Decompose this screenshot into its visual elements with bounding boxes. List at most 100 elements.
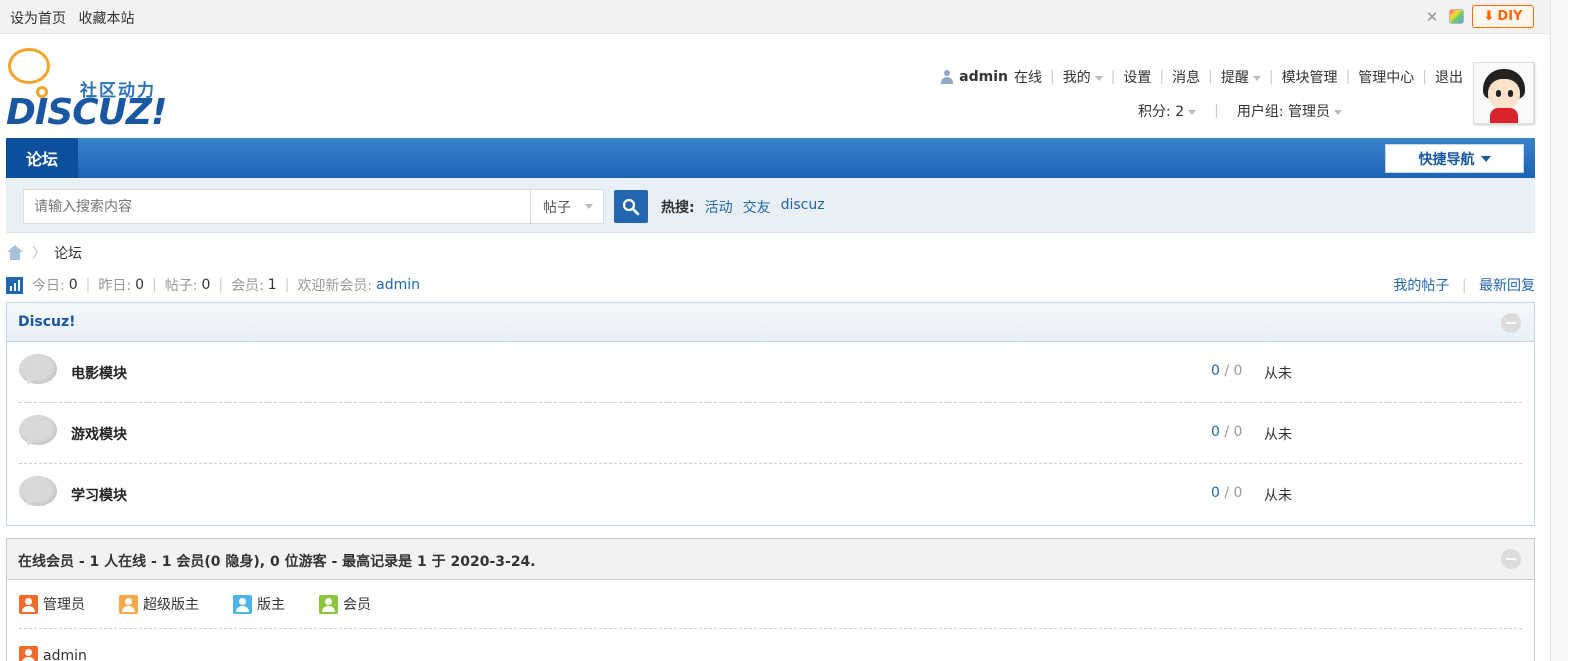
forum-row: 游戏模块 0 / 0 从未 bbox=[19, 403, 1522, 464]
category-header: Discuz! bbox=[7, 303, 1534, 342]
divider: | bbox=[1422, 69, 1427, 85]
notifications-menu[interactable]: 提醒 bbox=[1221, 67, 1261, 87]
quick-nav-label: 快捷导航 bbox=[1418, 151, 1475, 168]
user-icon bbox=[941, 70, 954, 84]
home-icon[interactable] bbox=[6, 245, 24, 261]
bookmark-site-link[interactable]: 收藏本站 bbox=[78, 11, 134, 27]
site-logo[interactable]: 社区动力 DISCUZ! bbox=[6, 48, 167, 133]
logo-bubble-icon bbox=[8, 48, 50, 84]
stats-links: 我的帖子 | 最新回复 bbox=[1393, 278, 1535, 294]
divider: | bbox=[1268, 69, 1274, 85]
forum-name[interactable]: 学习模块 bbox=[71, 485, 127, 505]
category-title[interactable]: Discuz! bbox=[18, 314, 76, 330]
collapse-icon[interactable] bbox=[1501, 549, 1521, 569]
stat-posts-value: 0 bbox=[201, 277, 211, 293]
download-arrow-icon: ⬇ bbox=[1483, 9, 1495, 24]
user-menu: admin 在线 | 我的 | 设置 | 消息 | 提醒 | 模块管理 | 管理… bbox=[941, 67, 1463, 87]
divider: | bbox=[1110, 69, 1116, 85]
switch-width-icon[interactable]: ✕ bbox=[1423, 8, 1441, 26]
online-member[interactable]: admin bbox=[19, 646, 87, 661]
settings-link[interactable]: 设置 bbox=[1123, 67, 1151, 87]
color-scheme-icon[interactable] bbox=[1449, 9, 1464, 24]
username-link[interactable]: admin bbox=[959, 69, 1008, 85]
divider bbox=[19, 628, 1522, 629]
stat-yesterday-value: 0 bbox=[135, 277, 144, 293]
forum-row: 电影模块 0 / 0 从未 bbox=[19, 342, 1522, 403]
moderator-user-icon bbox=[233, 594, 252, 614]
hot-search-label: 热搜: bbox=[661, 200, 695, 216]
diy-label: DIY bbox=[1497, 9, 1523, 24]
forum-bubble-icon bbox=[19, 476, 57, 506]
admin-user-icon bbox=[19, 594, 38, 614]
online-status: 在线 bbox=[1013, 70, 1042, 86]
divider: | bbox=[1345, 69, 1351, 85]
forum-category: Discuz! 电影模块 0 / 0 从未 游戏模块 0 / 0 从未 学习模块… bbox=[6, 302, 1535, 526]
hot-search-term[interactable]: discuz bbox=[781, 197, 825, 217]
forum-row: 学习模块 0 / 0 从未 bbox=[19, 464, 1522, 525]
forum-bubble-icon bbox=[19, 415, 57, 445]
forum-counts: 0 / 0 bbox=[1211, 424, 1243, 440]
caret-down-icon bbox=[585, 204, 593, 209]
quick-nav-button[interactable]: 快捷导航 bbox=[1385, 144, 1524, 173]
caret-down-icon bbox=[1480, 155, 1491, 162]
messages-link[interactable]: 消息 bbox=[1172, 67, 1200, 87]
usergroup-menu[interactable]: 用户组: 管理员 bbox=[1237, 101, 1342, 121]
legend-item: 会员 bbox=[319, 594, 371, 614]
collapse-icon[interactable] bbox=[1501, 313, 1521, 333]
stat-today-value: 0 bbox=[68, 277, 78, 293]
forum-stats: 今日: 0 | 昨日: 0 | 帖子: 0 | 会员: 1 | 欢迎新会员: admin bbox=[6, 275, 420, 295]
stat-members-label: 会员: bbox=[231, 278, 264, 294]
forum-counts: 0 / 0 bbox=[1211, 485, 1243, 501]
search-button[interactable] bbox=[614, 190, 648, 223]
nav-tab-forum[interactable]: 论坛 bbox=[6, 138, 78, 178]
admin-center-link[interactable]: 管理中心 bbox=[1358, 67, 1414, 87]
super-moderator-user-icon bbox=[119, 594, 138, 614]
user-group-legend: 管理员 超级版主 版主 会员 bbox=[19, 594, 405, 614]
forum-name[interactable]: 游戏模块 bbox=[71, 424, 127, 444]
caret-down-icon bbox=[1188, 109, 1197, 115]
main-nav: 论坛 快捷导航 bbox=[6, 138, 1535, 178]
my-posts-link[interactable]: 我的帖子 bbox=[1393, 278, 1449, 294]
logout-link[interactable]: 退出 bbox=[1435, 67, 1463, 87]
search-bar: 帖子 热搜: 活动 交友 discuz bbox=[6, 178, 1535, 233]
avatar[interactable] bbox=[1473, 62, 1534, 124]
member-user-icon bbox=[319, 594, 338, 614]
forum-last-post: 从未 bbox=[1264, 366, 1292, 382]
stat-yesterday-label: 昨日: bbox=[98, 278, 132, 294]
hot-search-term[interactable]: 活动 bbox=[705, 197, 733, 217]
search-icon bbox=[622, 198, 640, 215]
search-type-label: 帖子 bbox=[543, 199, 571, 216]
stat-today-label: 今日: bbox=[32, 278, 65, 294]
top-toolbar: 设为首页 收藏本站 ✕ ⬇ DIY bbox=[0, 0, 1568, 34]
set-homepage-link[interactable]: 设为首页 bbox=[10, 11, 66, 27]
admin-user-icon bbox=[19, 646, 38, 661]
my-menu[interactable]: 我的 bbox=[1063, 67, 1103, 87]
credits-menu[interactable]: 积分: 2 bbox=[1138, 101, 1197, 121]
chevron-right-icon: 〉 bbox=[32, 246, 46, 262]
stats-chart-icon bbox=[6, 276, 23, 294]
hot-search-term[interactable]: 交友 bbox=[743, 197, 771, 217]
online-member-name[interactable]: admin bbox=[43, 648, 87, 661]
diy-button[interactable]: ⬇ DIY bbox=[1472, 5, 1534, 28]
online-members: 在线会员 - 1 人在线 - 1 会员(0 隐身), 0 位游客 - 最高记录是… bbox=[6, 538, 1535, 661]
caret-down-icon bbox=[1094, 75, 1103, 81]
divider: | bbox=[1049, 69, 1055, 85]
module-manage-link[interactable]: 模块管理 bbox=[1282, 67, 1338, 87]
breadcrumb-current[interactable]: 论坛 bbox=[54, 243, 82, 263]
caret-down-icon bbox=[1252, 75, 1261, 81]
search-input[interactable] bbox=[23, 189, 530, 224]
top-links: 设为首页 收藏本站 bbox=[10, 8, 142, 28]
legend-item: 超级版主 bbox=[119, 594, 199, 614]
caret-down-icon bbox=[1334, 109, 1342, 115]
online-title: 在线会员 - 1 人在线 - 1 会员(0 隐身), 0 位游客 - 最高记录是… bbox=[18, 554, 536, 570]
latest-replies-link[interactable]: 最新回复 bbox=[1479, 278, 1535, 294]
top-tools: ✕ ⬇ DIY bbox=[1423, 5, 1534, 28]
legend-item: 管理员 bbox=[19, 594, 85, 614]
forum-bubble-icon bbox=[19, 354, 57, 384]
newest-member-link[interactable]: admin bbox=[376, 277, 420, 293]
search-type-select[interactable]: 帖子 bbox=[530, 189, 604, 224]
forum-name[interactable]: 电影模块 bbox=[71, 363, 127, 383]
divider: | bbox=[1214, 103, 1219, 119]
vertical-scrollbar[interactable] bbox=[1550, 0, 1568, 661]
hot-searches: 热搜: 活动 交友 discuz bbox=[661, 197, 825, 217]
